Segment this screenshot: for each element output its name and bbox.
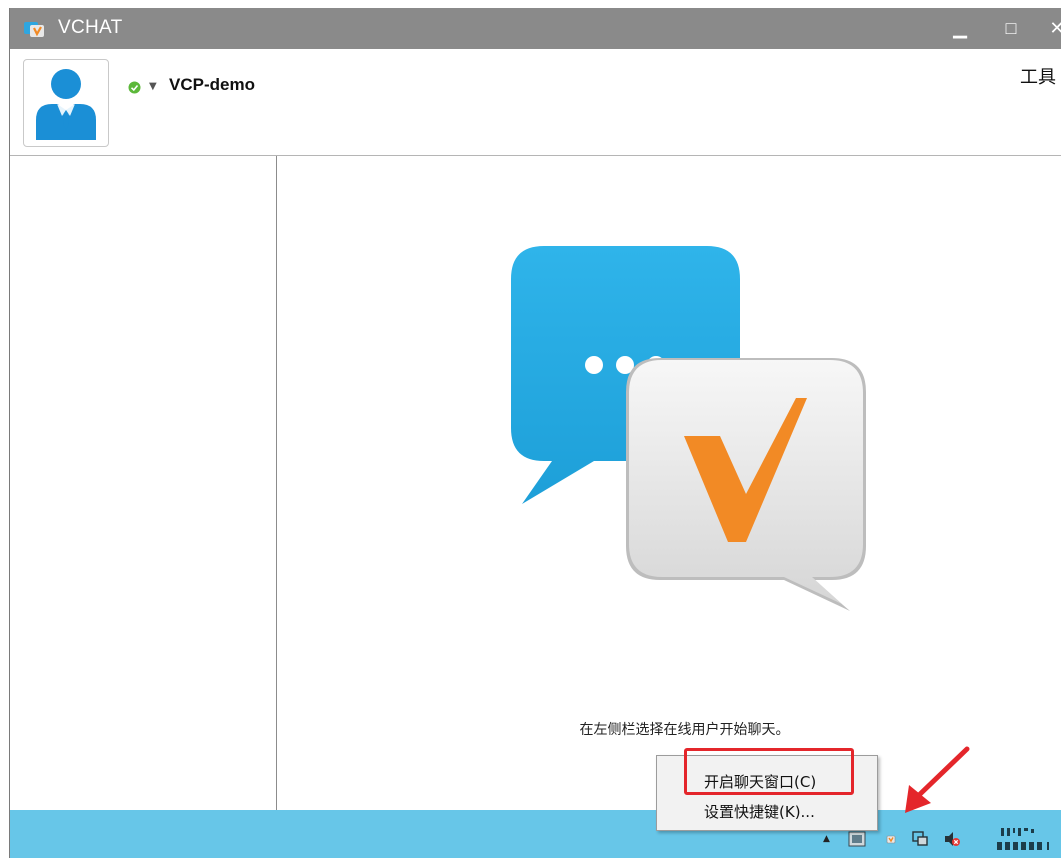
profile-header: ▼ VCP-demo 工具: [10, 49, 1061, 156]
vchat-tray-icon[interactable]: [882, 830, 900, 848]
user-avatar-icon: [36, 69, 96, 140]
avatar[interactable]: [23, 59, 109, 147]
window-title: VCHAT: [58, 17, 123, 38]
status-dropdown-caret-icon[interactable]: ▼: [149, 81, 157, 92]
chat-hint-text: 在左侧栏选择在线用户开始聊天。: [579, 722, 790, 738]
red-arrow-icon: [905, 746, 970, 813]
vchat-logo: [511, 246, 866, 611]
system-clock[interactable]: [995, 824, 1055, 860]
show-hidden-icons-icon[interactable]: ▲: [823, 834, 830, 844]
chat-area: 在左侧栏选择在线用户开始聊天。: [277, 156, 1061, 810]
title-bar[interactable]: VCHAT ▁ □ ✕: [10, 8, 1061, 49]
highlight-box: [684, 748, 854, 795]
close-button[interactable]: ✕: [1044, 16, 1061, 40]
clock-blurred-icon: [997, 828, 1049, 850]
vchat-app-icon: [24, 22, 44, 37]
online-status-icon[interactable]: [128, 81, 141, 94]
username: VCP-demo: [169, 75, 255, 94]
minimize-button[interactable]: ▁: [947, 16, 973, 40]
network-icon[interactable]: [911, 830, 929, 848]
tools-menu[interactable]: 工具: [1020, 63, 1056, 89]
vchat-window: VCHAT ▁ □ ✕ ▼ VCP-demo 工具 在左侧栏选择在线用户开始聊天…: [9, 8, 1061, 858]
set-shortcut-menu-item[interactable]: 设置快捷键(K)...: [704, 801, 815, 822]
tray-app-icon[interactable]: [848, 830, 866, 848]
maximize-button[interactable]: □: [998, 16, 1024, 40]
online-users-sidebar[interactable]: [10, 156, 277, 810]
volume-muted-icon[interactable]: [943, 830, 961, 848]
